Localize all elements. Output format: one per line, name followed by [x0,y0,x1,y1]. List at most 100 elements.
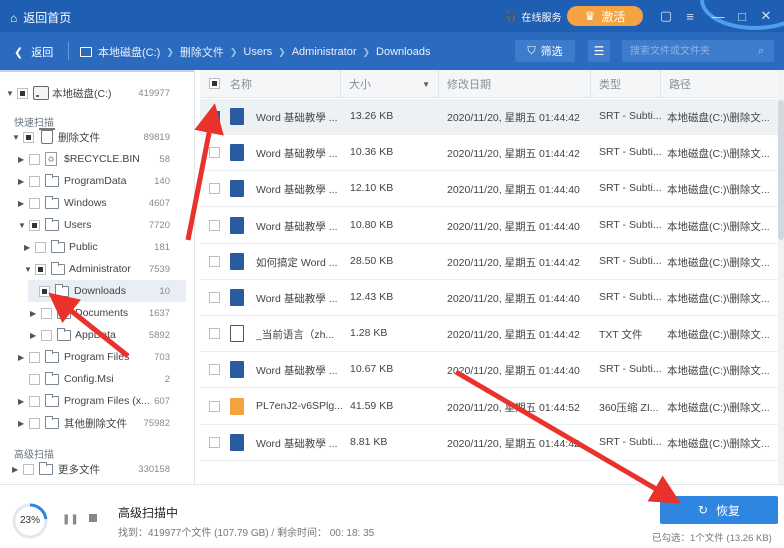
tree-checkbox[interactable] [29,153,40,165]
breadcrumb-item[interactable]: Downloads [376,46,430,58]
menu-icon[interactable]: ≡ [682,8,698,24]
tree-checkbox[interactable] [29,417,40,429]
table-row[interactable]: Word 基础教學 ... 12.43 KB 2020/11/20, 星期五 01:… [200,280,778,316]
caret-right-icon[interactable]: ▶ [18,397,24,406]
tree-item-other-deleted[interactable]: ▶ 其他删除文件 75982 [0,412,194,434]
tree-item-count: 140 [154,175,170,187]
search-icon[interactable]: ⌕ [758,45,764,58]
tree-item-windows[interactable]: ▶ Windows 4607 [0,192,194,214]
table-row[interactable]: Word 基础教學 ... 12.10 KB 2020/11/20, 星期五 01:… [200,171,778,208]
tree-item-count: 703 [154,351,170,363]
table-row[interactable]: Word 基础教學 ... 10.80 KB 2020/11/20, 星期五 01:… [200,208,778,244]
tree-checkbox[interactable] [23,131,34,143]
tree-checkbox[interactable] [41,307,52,319]
row-checkbox[interactable] [209,183,220,195]
tree-item-label: Config.Msi [64,373,114,385]
maximize-icon[interactable]: □ [734,8,750,24]
caret-right-icon[interactable]: ▶ [12,465,18,474]
breadcrumb-item[interactable]: 删除文件 [180,44,224,60]
row-checkbox[interactable] [209,219,220,231]
home-button[interactable]: ⌂ 返回首页 [10,9,71,26]
tree-checkbox[interactable] [29,219,40,231]
tree-item-deleted-files[interactable]: ▼ 删除文件 89819 [0,126,194,148]
srt-file-icon [230,361,244,379]
tree-item-programdata[interactable]: ▶ ProgramData 140 [0,170,194,192]
caret-down-icon[interactable]: ▼ [18,221,26,230]
tree-checkbox[interactable] [29,373,40,385]
tree-checkbox[interactable] [35,263,46,275]
tree-item-program-files-x86[interactable]: ▶ Program Files (x... 607 [0,390,194,412]
search-input[interactable] [622,40,774,62]
breadcrumb-item[interactable]: 本地磁盘(C:) [98,44,160,60]
tree-checkbox[interactable] [29,395,40,407]
activate-button[interactable]: ♛ 激活 [567,6,643,26]
tree-checkbox[interactable] [29,175,40,187]
row-checkbox[interactable] [209,292,220,303]
table-row[interactable]: _当前语言（zh... 1.28 KB 2020/11/20, 星期五 01:44:… [200,316,778,353]
online-service-button[interactable]: 🎧 在线服务 [505,9,561,24]
column-header-size[interactable]: 大小 ▼ [340,70,438,98]
row-checkbox[interactable]: ✓ [209,111,220,122]
tree-item-local-disk[interactable]: ▼ 本地磁盘(C:) 419977 [0,82,194,104]
row-checkbox[interactable] [209,436,220,448]
table-scrollbar[interactable] [778,70,784,484]
tree-checkbox[interactable] [17,87,28,99]
tree-item-program-files[interactable]: ▶ Program Files 703 [0,346,194,368]
caret-right-icon[interactable]: ▶ [18,155,24,164]
tree-checkbox[interactable] [35,241,46,253]
divider [0,70,194,72]
tree-checkbox[interactable] [41,329,52,341]
tree-item-public[interactable]: ▶ Public 181 [0,236,194,258]
select-all-checkbox[interactable] [209,78,220,89]
row-checkbox[interactable] [209,364,220,376]
tree-item-config-msi[interactable]: Config.Msi 2 [0,368,194,390]
table-row[interactable]: PL7enJ2-v6SPlg... 41.59 KB 2020/11/20, 星期五… [200,389,778,425]
caret-down-icon[interactable]: ▼ [24,265,32,274]
caret-right-icon[interactable]: ▶ [18,353,24,362]
caret-down-icon[interactable]: ▼ [6,89,14,98]
view-menu-button[interactable]: ☰ [588,40,610,62]
table-row[interactable]: Word 基础教學 ... 8.81 KB 2020/11/20, 星期五 01:4… [200,425,778,461]
table-row[interactable]: 如何搞定 Word ... 28.50 KB 2020/11/20, 星期五 01:… [200,244,778,280]
table-row[interactable]: ✓ Word 基础教學 ... 13.26 KB 2020/11/20, 星期五 01… [200,99,778,135]
column-header-date[interactable]: 修改日期 [438,70,590,98]
caret-right-icon[interactable]: ▶ [30,309,36,318]
caret-down-icon[interactable]: ▼ [12,133,20,142]
recover-button[interactable]: ↻ 恢复 [660,496,778,524]
feedback-icon[interactable]: ▢ [658,8,674,24]
caret-right-icon[interactable]: ▶ [18,199,24,208]
table-row[interactable]: Word 基础教學 ... 10.67 KB 2020/11/20, 星期五 01:… [200,352,778,389]
tree-item-downloads[interactable]: Downloads 10 [0,280,194,302]
caret-right-icon[interactable]: ▶ [24,243,30,252]
row-checkbox[interactable] [209,255,220,267]
back-button[interactable]: ❮ 返回 [14,44,53,60]
tree-item-appdata[interactable]: ▶ AppData 5892 [0,324,194,346]
tree-checkbox[interactable] [39,285,50,297]
scrollbar-thumb[interactable] [778,100,784,240]
breadcrumb-item[interactable]: Users [243,46,272,58]
breadcrumb-item[interactable]: Administrator [292,46,357,58]
tree-item-recycle-bin[interactable]: ▶ ♻ $RECYCLE.BIN 58 [0,148,194,170]
close-icon[interactable]: ✕ [758,8,774,24]
caret-right-icon[interactable]: ▶ [30,331,36,340]
tree-checkbox[interactable] [29,197,40,209]
caret-right-icon[interactable]: ▶ [18,419,24,428]
row-checkbox[interactable] [209,147,220,159]
row-checkbox[interactable] [209,400,220,412]
tree-item-more-files[interactable]: ▶ 更多文件 330158 [0,458,194,480]
tree-checkbox[interactable] [23,463,34,475]
pause-icon[interactable]: ❚❚ [62,514,79,525]
table-row[interactable]: Word 基础教學 ... 10.36 KB 2020/11/20, 星期五 01:… [200,135,778,172]
column-header-path[interactable]: 路径 [660,70,778,98]
filter-button[interactable]: ⛉ 筛选 [515,40,575,62]
caret-right-icon[interactable]: ▶ [18,177,24,186]
tree-item-documents[interactable]: ▶ Documents 1637 [0,302,194,324]
column-header-type[interactable]: 类型 [590,70,660,98]
column-header-name[interactable]: 名称 [222,70,340,98]
stop-icon[interactable] [89,514,97,522]
tree-checkbox[interactable] [29,351,40,363]
tree-item-administrator[interactable]: ▼ Administrator 7539 [0,258,194,280]
row-checkbox[interactable] [209,328,220,340]
tree-item-users[interactable]: ▼ Users 7720 [0,214,194,236]
minimize-icon[interactable]: — [710,8,726,24]
